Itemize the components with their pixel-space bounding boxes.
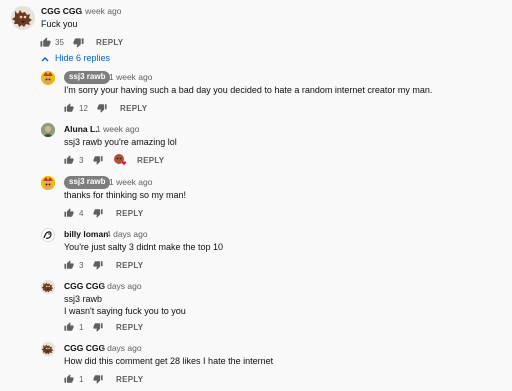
thumb-down-icon: [93, 322, 103, 332]
reply-text: I'm sorry your having such a bad day you…: [64, 85, 433, 95]
reply-text: You're just salty 3 didnt make the top 1…: [64, 242, 223, 252]
reply-time[interactable]: 4 days ago: [106, 229, 148, 239]
reply-time[interactable]: 3 days ago: [100, 281, 142, 291]
reply-text: ssj3 rawb you're amazing lol: [64, 137, 177, 147]
reply-text: How did this comment get 28 likes I hate…: [64, 356, 274, 366]
reply-button[interactable]: REPLY: [120, 104, 147, 113]
character-avatar-icon[interactable]: [41, 176, 55, 190]
hide-replies-label: Hide 6 replies: [55, 53, 111, 63]
like-count: 4: [79, 209, 84, 218]
like-button[interactable]: [64, 155, 74, 165]
thumb-up-icon: [64, 103, 74, 113]
like-count: 3: [79, 156, 84, 165]
dislike-button[interactable]: [93, 322, 103, 332]
reply-button[interactable]: REPLY: [96, 38, 123, 47]
comment-time[interactable]: 1 week ago: [78, 6, 121, 16]
comment-text: Fuck you: [41, 19, 78, 29]
reply-author[interactable]: CGG CGG: [64, 281, 105, 291]
like-count: 1: [79, 375, 84, 384]
dislike-button[interactable]: [93, 260, 103, 270]
dog-avatar-icon[interactable]: [41, 280, 55, 294]
thumb-down-icon: [93, 208, 103, 218]
comment-author[interactable]: CGG CGG: [41, 6, 82, 16]
dog-avatar-icon[interactable]: [11, 6, 35, 30]
reply-time[interactable]: 1 week ago: [96, 124, 139, 134]
reply-author[interactable]: CGG CGG: [64, 343, 105, 353]
thumb-down-icon: [93, 260, 103, 270]
like-button[interactable]: [64, 260, 74, 270]
like-button[interactable]: [64, 374, 74, 384]
like-button[interactable]: [40, 37, 51, 48]
reply-text: thanks for thinking so my man!: [64, 190, 187, 200]
dislike-button[interactable]: [97, 103, 107, 113]
reply-button[interactable]: REPLY: [116, 375, 143, 384]
creator-chip[interactable]: ssj3 rawb: [64, 176, 111, 189]
reply-button[interactable]: REPLY: [116, 261, 143, 270]
creator-heart-icon: [113, 153, 127, 167]
reply-author[interactable]: Aluna L.: [64, 124, 98, 134]
reply-author[interactable]: billy loman: [64, 229, 108, 239]
like-count: 12: [79, 104, 88, 113]
thumb-up-icon: [64, 208, 74, 218]
like-count: 35: [55, 38, 64, 47]
reply-button[interactable]: REPLY: [116, 209, 143, 218]
character-avatar-icon[interactable]: [41, 71, 55, 85]
chevron-up-icon: [41, 57, 49, 62]
person-avatar-icon[interactable]: [41, 123, 55, 137]
thumb-up-icon: [64, 322, 74, 332]
reply-time[interactable]: 1 week ago: [109, 72, 152, 82]
like-count: 1: [79, 323, 84, 332]
thumb-up-icon: [64, 374, 74, 384]
reply-time[interactable]: 1 week ago: [109, 177, 152, 187]
thumb-down-icon: [93, 155, 103, 165]
dislike-button[interactable]: [93, 208, 103, 218]
thumb-up-icon: [64, 155, 74, 165]
creator-chip[interactable]: ssj3 rawb: [64, 71, 111, 84]
like-button[interactable]: [64, 322, 74, 332]
dog-avatar-icon[interactable]: [41, 342, 55, 356]
thumb-up-icon: [40, 37, 51, 48]
thumb-down-icon: [97, 103, 107, 113]
reply-text-line1: ssj3 rawb: [64, 294, 103, 304]
reply-time[interactable]: 3 days ago: [100, 343, 142, 353]
like-button[interactable]: [64, 208, 74, 218]
thumb-down-icon: [93, 374, 103, 384]
hide-replies-toggle[interactable]: Hide 6 replies: [41, 53, 111, 65]
dislike-button[interactable]: [93, 374, 103, 384]
sketch-avatar-icon[interactable]: [41, 228, 55, 242]
like-count: 3: [79, 261, 84, 270]
thumb-up-icon: [64, 260, 74, 270]
reply-text-line2: I wasn't saying fuck you to you: [64, 306, 186, 316]
dislike-button[interactable]: [93, 155, 103, 165]
dislike-button[interactable]: [73, 37, 84, 48]
reply-button[interactable]: REPLY: [137, 156, 164, 165]
thumb-down-icon: [73, 37, 84, 48]
like-button[interactable]: [64, 103, 74, 113]
reply-button[interactable]: REPLY: [116, 323, 143, 332]
